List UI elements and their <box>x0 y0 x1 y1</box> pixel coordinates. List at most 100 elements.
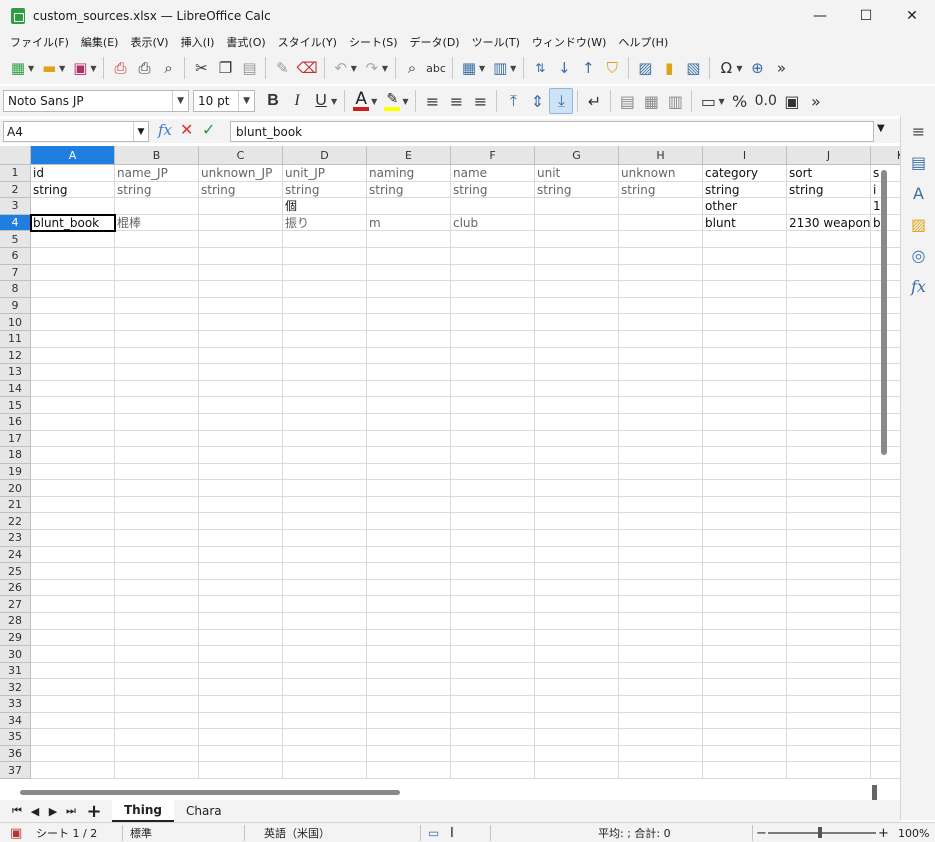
function-wizard-icon[interactable]: fx <box>158 121 172 139</box>
cell[interactable]: string <box>31 181 115 199</box>
cell[interactable] <box>619 745 703 763</box>
cell[interactable] <box>283 480 367 497</box>
cell[interactable] <box>787 281 871 298</box>
cell[interactable] <box>31 364 115 381</box>
cell[interactable] <box>283 662 367 680</box>
menu-styles[interactable]: スタイル(Y) <box>272 34 343 50</box>
cell[interactable] <box>787 397 871 414</box>
cell[interactable] <box>31 629 115 647</box>
cell[interactable] <box>703 613 787 630</box>
cell[interactable] <box>115 397 199 414</box>
cell[interactable] <box>283 513 367 531</box>
cell[interactable] <box>31 563 115 580</box>
cell[interactable] <box>451 480 535 497</box>
cell[interactable] <box>199 297 283 315</box>
cell[interactable] <box>535 314 619 331</box>
cell[interactable] <box>703 430 787 448</box>
cell[interactable] <box>115 380 199 398</box>
cell[interactable] <box>31 712 115 730</box>
cell[interactable] <box>535 496 619 514</box>
cell[interactable] <box>115 480 199 497</box>
cell[interactable] <box>703 745 787 763</box>
cell[interactable] <box>535 546 619 564</box>
cell[interactable] <box>619 530 703 547</box>
cell[interactable] <box>31 513 115 531</box>
row-header[interactable]: 29 <box>0 629 31 647</box>
clone-formatting-icon[interactable]: ✎ <box>270 55 294 81</box>
cell[interactable] <box>787 364 871 381</box>
export-pdf-icon[interactable]: ⎙ <box>108 55 132 81</box>
cell[interactable] <box>703 596 787 614</box>
cell[interactable] <box>619 629 703 647</box>
cell[interactable] <box>199 696 283 713</box>
cell[interactable] <box>283 347 367 365</box>
cell[interactable] <box>283 729 367 746</box>
row-header[interactable]: 34 <box>0 712 31 730</box>
cell[interactable] <box>871 513 900 531</box>
cell[interactable] <box>787 480 871 497</box>
chevron-down-icon[interactable]: ▼ <box>238 91 250 111</box>
cell[interactable] <box>31 745 115 763</box>
cell[interactable] <box>703 646 787 663</box>
cell[interactable] <box>535 563 619 580</box>
cell[interactable] <box>115 729 199 746</box>
cell[interactable] <box>115 613 199 630</box>
font-name-combo[interactable]: Noto Sans JP ▼ <box>3 90 189 112</box>
cell[interactable] <box>871 580 900 597</box>
cell[interactable] <box>31 496 115 514</box>
cell[interactable] <box>871 563 900 580</box>
cell[interactable] <box>703 247 787 265</box>
cell[interactable] <box>703 729 787 746</box>
cell[interactable] <box>535 264 619 282</box>
cell[interactable] <box>787 413 871 431</box>
open-folder-icon[interactable]: ▬ <box>37 55 61 81</box>
row-header[interactable]: 4 <box>0 214 31 232</box>
cell[interactable] <box>367 712 451 730</box>
cell[interactable] <box>619 198 703 215</box>
cell[interactable] <box>199 662 283 680</box>
undo-dropdown-icon[interactable]: ▼ <box>351 64 357 73</box>
cell[interactable] <box>199 563 283 580</box>
pivot-table-icon[interactable]: ▧ <box>681 55 705 81</box>
cell[interactable] <box>451 579 535 597</box>
cell[interactable] <box>703 762 787 779</box>
cell[interactable] <box>283 380 367 398</box>
hyperlink-icon[interactable]: ⊕ <box>745 55 769 81</box>
cell[interactable] <box>31 762 115 779</box>
cell[interactable] <box>535 231 619 248</box>
cell[interactable]: category <box>703 165 787 182</box>
row-header[interactable]: 37 <box>0 762 31 779</box>
cell[interactable] <box>535 712 619 730</box>
cell[interactable] <box>451 198 535 215</box>
cell[interactable]: string <box>199 181 283 199</box>
cell[interactable]: m <box>367 214 451 232</box>
zoom-slider[interactable] <box>768 832 876 834</box>
cell[interactable] <box>367 330 451 348</box>
navigator-icon[interactable]: ◎ <box>901 240 935 271</box>
cell[interactable] <box>871 480 900 497</box>
cell[interactable] <box>451 496 535 514</box>
cell[interactable] <box>871 762 900 779</box>
cell[interactable] <box>619 447 703 464</box>
menu-insert[interactable]: 挿入(I) <box>175 34 221 50</box>
copy-icon[interactable]: ❐ <box>213 55 237 81</box>
cell[interactable] <box>451 679 535 696</box>
cell[interactable]: 棍棒 <box>115 214 199 232</box>
cell[interactable] <box>115 364 199 381</box>
prev-sheet-icon[interactable]: ◀ <box>26 805 44 818</box>
save-icon[interactable]: ▣ <box>68 55 92 81</box>
cell[interactable] <box>31 546 115 564</box>
row-header[interactable]: 36 <box>0 745 31 763</box>
cell[interactable]: naming <box>367 165 451 182</box>
cell[interactable] <box>703 563 787 580</box>
cell[interactable] <box>367 447 451 464</box>
cell[interactable] <box>367 380 451 398</box>
cell[interactable] <box>619 563 703 580</box>
cell[interactable] <box>535 281 619 298</box>
zoom-level[interactable]: 100% <box>898 825 929 841</box>
cell[interactable] <box>31 198 115 215</box>
cell[interactable] <box>31 430 115 448</box>
cell[interactable]: string <box>703 181 787 199</box>
cell[interactable] <box>703 712 787 730</box>
new-document-icon[interactable]: ▦ <box>6 55 30 81</box>
